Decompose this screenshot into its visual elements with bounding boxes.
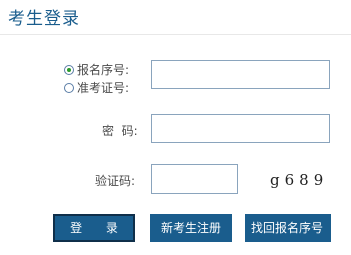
new-candidate-register-button[interactable]: 新考生注册 [150,214,232,242]
password-label: 密 码: [102,124,138,138]
title-divider [0,34,351,35]
id-number-input[interactable] [151,60,330,89]
radio-button-checked[interactable] [64,64,74,75]
captcha-image[interactable]: g689 [270,171,328,189]
radio-option-registration-number[interactable]: 报名序号: [64,61,129,78]
radio-button-unchecked[interactable] [64,82,74,93]
radio-label-registration-number: 报名序号: [77,63,130,77]
password-input[interactable] [151,114,330,143]
login-button[interactable]: 登 录 [53,214,135,242]
recover-registration-number-button[interactable]: 找回报名序号 [245,214,331,242]
radio-label-admission-ticket-number: 准考证号: [77,81,130,95]
captcha-label: 验证码: [95,174,136,188]
radio-option-admission-ticket-number[interactable]: 准考证号: [64,79,129,96]
captcha-input[interactable] [151,164,238,194]
page-title: 考生登录 [8,9,80,29]
